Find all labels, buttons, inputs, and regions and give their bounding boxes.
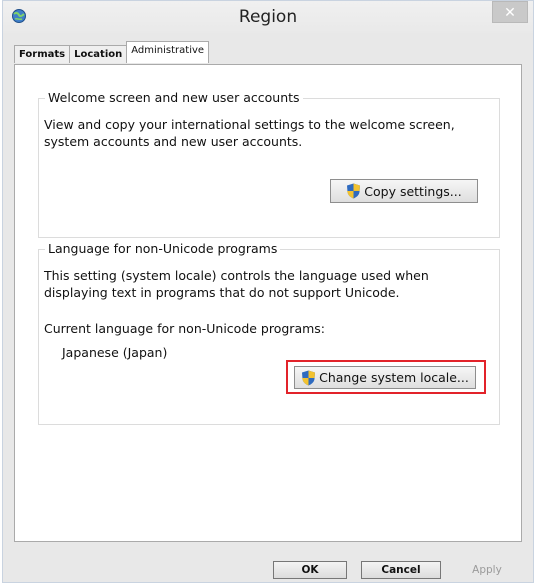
title-bar[interactable]: Region ✕ bbox=[3, 1, 533, 33]
copy-settings-button[interactable]: Copy settings... bbox=[330, 179, 478, 203]
region-dialog: Region ✕ Formats Location Administrative… bbox=[2, 0, 534, 583]
copy-settings-label: Copy settings... bbox=[364, 183, 462, 199]
current-language-value: Japanese (Japan) bbox=[62, 345, 168, 360]
current-language-label: Current language for non-Unicode program… bbox=[44, 321, 325, 336]
tab-formats[interactable]: Formats bbox=[14, 45, 71, 63]
non-unicode-description: This setting (system locale) controls th… bbox=[44, 268, 429, 300]
welcome-group: Welcome screen and new user accounts Vie… bbox=[38, 90, 500, 238]
apply-button[interactable]: Apply bbox=[455, 561, 519, 579]
tab-administrative[interactable]: Administrative bbox=[126, 41, 210, 63]
welcome-description: View and copy your international setting… bbox=[44, 117, 455, 149]
administrative-panel: Welcome screen and new user accounts Vie… bbox=[14, 64, 522, 542]
close-button[interactable]: ✕ bbox=[492, 1, 528, 23]
window-title: Region bbox=[238, 7, 298, 27]
uac-shield-icon bbox=[302, 370, 316, 385]
change-system-locale-button[interactable]: Change system locale... bbox=[294, 366, 476, 389]
close-icon: ✕ bbox=[504, 3, 516, 20]
welcome-group-title: Welcome screen and new user accounts bbox=[45, 90, 303, 105]
cancel-button[interactable]: Cancel bbox=[361, 561, 441, 579]
non-unicode-group: Language for non-Unicode programs This s… bbox=[38, 241, 500, 425]
ok-button[interactable]: OK bbox=[273, 561, 347, 579]
tab-strip: Formats Location Administrative bbox=[14, 41, 210, 63]
tab-location[interactable]: Location bbox=[69, 45, 128, 63]
non-unicode-group-title: Language for non-Unicode programs bbox=[45, 241, 281, 256]
uac-shield-icon bbox=[347, 183, 361, 199]
change-system-locale-label: Change system locale... bbox=[319, 370, 469, 385]
